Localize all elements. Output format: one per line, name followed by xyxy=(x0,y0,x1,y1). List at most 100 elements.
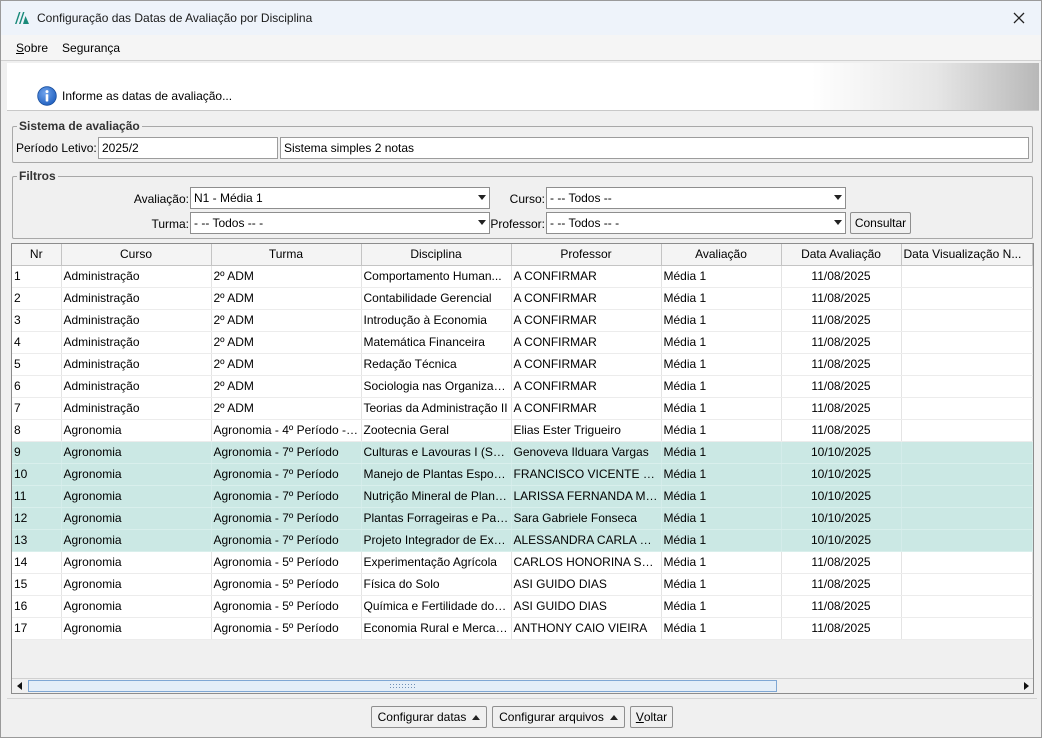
cell-disciplina[interactable]: Zootecnia Geral xyxy=(361,419,512,442)
cell-data[interactable]: 11/08/2025 xyxy=(781,397,902,420)
cell-professor[interactable]: Sara Gabriele Fonseca xyxy=(511,507,662,530)
cell-professor[interactable]: FRANCISCO VICENTE DE L... xyxy=(511,463,662,486)
cell-visualizacao[interactable] xyxy=(901,573,1033,596)
cell-curso[interactable]: Administração xyxy=(61,331,212,354)
cell-data[interactable]: 11/08/2025 xyxy=(781,331,902,354)
cell-disciplina[interactable]: Teorias da Administração II xyxy=(361,397,512,420)
cell-professor[interactable]: A CONFIRMAR xyxy=(511,353,662,376)
table-row[interactable]: 3 Administração 2º ADM Introdução à Economi… xyxy=(12,309,1033,332)
cell-avaliacao[interactable]: Média 1 xyxy=(661,595,782,618)
cell-nr[interactable]: 3 xyxy=(12,309,62,332)
cell-nr[interactable]: 17 xyxy=(12,617,62,640)
scroll-thumb[interactable] xyxy=(28,680,777,692)
table-row[interactable]: 2 Administração 2º ADM Contabilidade Gerenc… xyxy=(12,287,1033,310)
cell-professor[interactable]: A CONFIRMAR xyxy=(511,309,662,332)
cell-avaliacao[interactable]: Média 1 xyxy=(661,617,782,640)
cell-data[interactable]: 11/08/2025 xyxy=(781,573,902,596)
col-header-disciplina[interactable]: Disciplina xyxy=(361,244,512,266)
cell-nr[interactable]: 11 xyxy=(12,485,62,508)
turma-select[interactable]: - -- Todos -- - xyxy=(190,212,490,234)
cell-data[interactable]: 10/10/2025 xyxy=(781,507,902,530)
cell-nr[interactable]: 9 xyxy=(12,441,62,464)
cell-disciplina[interactable]: Sociologia nas Organizaç... xyxy=(361,375,512,398)
cell-visualizacao[interactable] xyxy=(901,419,1033,442)
cell-data[interactable]: 11/08/2025 xyxy=(781,353,902,376)
menu-seguranca[interactable]: Segurança xyxy=(55,41,127,55)
cell-nr[interactable]: 12 xyxy=(12,507,62,530)
cell-avaliacao[interactable]: Média 1 xyxy=(661,529,782,552)
curso-select[interactable]: - -- Todos -- xyxy=(546,187,846,209)
cell-nr[interactable]: 5 xyxy=(12,353,62,376)
cell-avaliacao[interactable]: Média 1 xyxy=(661,265,782,288)
cell-turma[interactable]: 2º ADM xyxy=(211,375,362,398)
cell-visualizacao[interactable] xyxy=(901,507,1033,530)
cell-curso[interactable]: Agronomia xyxy=(61,617,212,640)
table-row[interactable]: 16 Agronomia Agronomia - 5º Período Química… xyxy=(12,595,1033,618)
cell-nr[interactable]: 2 xyxy=(12,287,62,310)
cell-turma[interactable]: Agronomia - 7º Período xyxy=(211,507,362,530)
cell-professor[interactable]: A CONFIRMAR xyxy=(511,287,662,310)
cell-data[interactable]: 11/08/2025 xyxy=(781,617,902,640)
cell-professor[interactable]: A CONFIRMAR xyxy=(511,265,662,288)
cell-visualizacao[interactable] xyxy=(901,309,1033,332)
cell-disciplina[interactable]: Manejo de Plantas Espont... xyxy=(361,463,512,486)
cell-nr[interactable]: 13 xyxy=(12,529,62,552)
cell-turma[interactable]: Agronomia - 7º Período xyxy=(211,485,362,508)
cell-curso[interactable]: Agronomia xyxy=(61,485,212,508)
cell-disciplina[interactable]: Comportamento Human... xyxy=(361,265,512,288)
cell-nr[interactable]: 8 xyxy=(12,419,62,442)
scroll-left-button[interactable] xyxy=(12,679,27,693)
cell-visualizacao[interactable] xyxy=(901,397,1033,420)
cell-avaliacao[interactable]: Média 1 xyxy=(661,441,782,464)
cell-professor[interactable]: ALESSANDRA CARLA DIAS xyxy=(511,529,662,552)
cell-turma[interactable]: 2º ADM xyxy=(211,353,362,376)
cell-visualizacao[interactable] xyxy=(901,463,1033,486)
cell-avaliacao[interactable]: Média 1 xyxy=(661,331,782,354)
cell-data[interactable]: 11/08/2025 xyxy=(781,419,902,442)
table-row[interactable]: 11 Agronomia Agronomia - 7º Período Nutriçã… xyxy=(12,485,1033,508)
cell-avaliacao[interactable]: Média 1 xyxy=(661,397,782,420)
cell-professor[interactable]: CARLOS HONORINA SAN... xyxy=(511,551,662,574)
cell-nr[interactable]: 6 xyxy=(12,375,62,398)
cell-nr[interactable]: 4 xyxy=(12,331,62,354)
col-header-curso[interactable]: Curso xyxy=(61,244,212,266)
cell-disciplina[interactable]: Contabilidade Gerencial xyxy=(361,287,512,310)
col-header-avaliacao[interactable]: Avaliação xyxy=(661,244,782,266)
cell-visualizacao[interactable] xyxy=(901,595,1033,618)
cell-visualizacao[interactable] xyxy=(901,617,1033,640)
cell-turma[interactable]: 2º ADM xyxy=(211,397,362,420)
table-row[interactable]: 1 Administração 2º ADM Comportamento Human.… xyxy=(12,265,1033,288)
table-row[interactable]: 14 Agronomia Agronomia - 5º Período Experim… xyxy=(12,551,1033,574)
cell-turma[interactable]: Agronomia - 7º Período xyxy=(211,463,362,486)
cell-visualizacao[interactable] xyxy=(901,265,1033,288)
col-header-nr[interactable]: Nr xyxy=(12,244,62,266)
cell-turma[interactable]: Agronomia - 5º Período xyxy=(211,573,362,596)
cell-data[interactable]: 11/08/2025 xyxy=(781,265,902,288)
cell-data[interactable]: 11/08/2025 xyxy=(781,375,902,398)
cell-turma[interactable]: Agronomia - 5º Período xyxy=(211,617,362,640)
close-button[interactable] xyxy=(997,1,1041,35)
cell-avaliacao[interactable]: Média 1 xyxy=(661,507,782,530)
cell-avaliacao[interactable]: Média 1 xyxy=(661,573,782,596)
cell-data[interactable]: 10/10/2025 xyxy=(781,485,902,508)
cell-turma[interactable]: Agronomia - 7º Período xyxy=(211,441,362,464)
cell-avaliacao[interactable]: Média 1 xyxy=(661,309,782,332)
cell-visualizacao[interactable] xyxy=(901,529,1033,552)
cell-avaliacao[interactable]: Média 1 xyxy=(661,353,782,376)
cell-disciplina[interactable]: Experimentação Agrícola xyxy=(361,551,512,574)
cell-avaliacao[interactable]: Média 1 xyxy=(661,463,782,486)
cell-visualizacao[interactable] xyxy=(901,353,1033,376)
cell-visualizacao[interactable] xyxy=(901,287,1033,310)
cell-professor[interactable]: ASI GUIDO DIAS xyxy=(511,573,662,596)
cell-professor[interactable]: LARISSA FERNANDA MO... xyxy=(511,485,662,508)
table-row[interactable]: 10 Agronomia Agronomia - 7º Período Manejo … xyxy=(12,463,1033,486)
cell-visualizacao[interactable] xyxy=(901,375,1033,398)
cell-turma[interactable]: 2º ADM xyxy=(211,309,362,332)
col-header-data-avaliacao[interactable]: Data Avaliação xyxy=(781,244,902,266)
cell-curso[interactable]: Administração xyxy=(61,265,212,288)
cell-professor[interactable]: ASI GUIDO DIAS xyxy=(511,595,662,618)
cell-data[interactable]: 11/08/2025 xyxy=(781,287,902,310)
cell-disciplina[interactable]: Culturas e Lavouras I (Soja... xyxy=(361,441,512,464)
cell-avaliacao[interactable]: Média 1 xyxy=(661,551,782,574)
table-row[interactable]: 4 Administração 2º ADM Matemática Financeir… xyxy=(12,331,1033,354)
